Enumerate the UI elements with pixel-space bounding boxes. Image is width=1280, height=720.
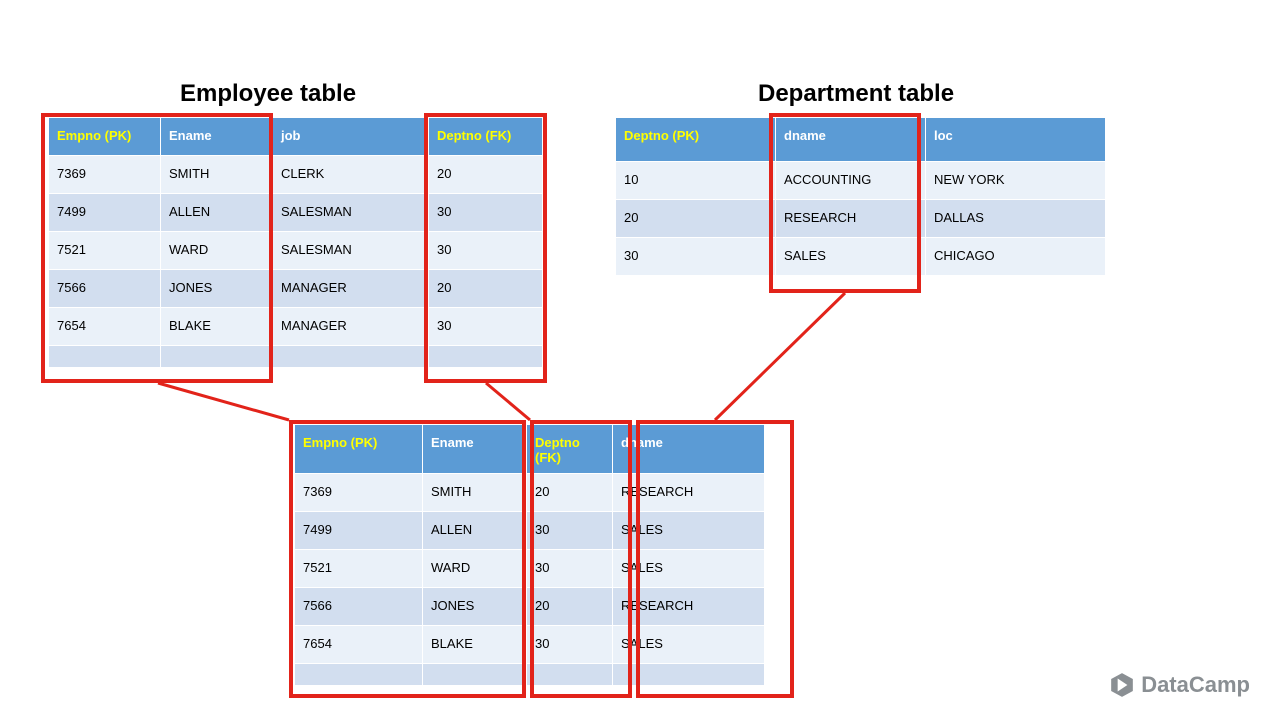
table-row <box>49 346 543 368</box>
table-row: 7521WARD30SALES <box>295 550 765 588</box>
department-title: Department table <box>758 80 954 108</box>
column-header: dname <box>613 425 765 474</box>
table-cell <box>423 664 527 686</box>
table-cell: RESEARCH <box>776 200 926 238</box>
table-cell: 30 <box>527 550 613 588</box>
table-cell: 7566 <box>49 270 161 308</box>
employee-table: Empno (PK)EnamejobDeptno (FK)7369SMITHCL… <box>48 117 543 368</box>
table-cell: SALES <box>613 626 765 664</box>
table-row: 7566JONES20RESEARCH <box>295 588 765 626</box>
table-cell: 7369 <box>295 474 423 512</box>
table-cell: SALESMAN <box>273 194 429 232</box>
column-header: Deptno (PK) <box>616 118 776 162</box>
column-header: Ename <box>161 118 273 156</box>
table-cell: RESEARCH <box>613 588 765 626</box>
datacamp-logo: DataCamp <box>1109 672 1250 698</box>
column-header: Empno (PK) <box>49 118 161 156</box>
table-cell: 20 <box>527 474 613 512</box>
table-cell: 30 <box>616 238 776 276</box>
table-cell <box>429 346 543 368</box>
table-cell: 7499 <box>49 194 161 232</box>
table-cell: 7521 <box>295 550 423 588</box>
table-cell: SALES <box>776 238 926 276</box>
table-row: 7369SMITHCLERK20 <box>49 156 543 194</box>
table-cell: SMITH <box>423 474 527 512</box>
table-cell: BLAKE <box>161 308 273 346</box>
table-cell: 10 <box>616 162 776 200</box>
table-cell: ACCOUNTING <box>776 162 926 200</box>
table-cell: CLERK <box>273 156 429 194</box>
table-cell: ALLEN <box>423 512 527 550</box>
column-header: dname <box>776 118 926 162</box>
table-cell: 30 <box>429 232 543 270</box>
table-cell: 7369 <box>49 156 161 194</box>
table-cell: 7521 <box>49 232 161 270</box>
column-header: Empno (PK) <box>295 425 423 474</box>
table-cell <box>613 664 765 686</box>
table-row: 20RESEARCHDALLAS <box>616 200 1106 238</box>
table-cell: 7654 <box>49 308 161 346</box>
table-row <box>295 664 765 686</box>
table-cell: CHICAGO <box>926 238 1106 276</box>
column-header: loc <box>926 118 1106 162</box>
table-cell: JONES <box>423 588 527 626</box>
table-row: 7499ALLENSALESMAN30 <box>49 194 543 232</box>
table-cell: 20 <box>527 588 613 626</box>
table-cell: 20 <box>616 200 776 238</box>
table-cell: MANAGER <box>273 270 429 308</box>
column-header: Deptno (FK) <box>527 425 613 474</box>
table-cell: MANAGER <box>273 308 429 346</box>
table-row: 7521WARDSALESMAN30 <box>49 232 543 270</box>
column-header: job <box>273 118 429 156</box>
table-row: 30SALESCHICAGO <box>616 238 1106 276</box>
table-cell: JONES <box>161 270 273 308</box>
table-cell: DALLAS <box>926 200 1106 238</box>
table-cell: BLAKE <box>423 626 527 664</box>
table-cell <box>273 346 429 368</box>
table-cell: 30 <box>429 308 543 346</box>
table-cell: 7499 <box>295 512 423 550</box>
table-row: 7369SMITH20RESEARCH <box>295 474 765 512</box>
table-cell <box>49 346 161 368</box>
joined-table: Empno (PK)EnameDeptno (FK)dname7369SMITH… <box>294 424 765 686</box>
table-cell: 20 <box>429 156 543 194</box>
table-cell <box>161 346 273 368</box>
datacamp-icon <box>1109 672 1135 698</box>
column-header: Ename <box>423 425 527 474</box>
table-cell: 30 <box>527 512 613 550</box>
table-cell: SMITH <box>161 156 273 194</box>
employee-title: Employee table <box>180 80 356 108</box>
table-cell <box>295 664 423 686</box>
table-cell: SALESMAN <box>273 232 429 270</box>
table-row: 7654BLAKE30SALES <box>295 626 765 664</box>
table-cell: NEW YORK <box>926 162 1106 200</box>
table-row: 10ACCOUNTINGNEW YORK <box>616 162 1106 200</box>
table-cell: RESEARCH <box>613 474 765 512</box>
column-header: Deptno (FK) <box>429 118 543 156</box>
datacamp-logo-text: DataCamp <box>1141 672 1250 698</box>
table-cell: 7654 <box>295 626 423 664</box>
table-cell <box>527 664 613 686</box>
table-cell: 30 <box>527 626 613 664</box>
table-cell: SALES <box>613 550 765 588</box>
table-row: 7566JONESMANAGER20 <box>49 270 543 308</box>
table-row: 7654BLAKEMANAGER30 <box>49 308 543 346</box>
table-cell: SALES <box>613 512 765 550</box>
table-row: 7499ALLEN30SALES <box>295 512 765 550</box>
table-cell: WARD <box>161 232 273 270</box>
department-table: Deptno (PK)dnameloc10ACCOUNTINGNEW YORK2… <box>615 117 1106 276</box>
table-cell: 7566 <box>295 588 423 626</box>
table-cell: 30 <box>429 194 543 232</box>
table-cell: 20 <box>429 270 543 308</box>
table-cell: WARD <box>423 550 527 588</box>
table-cell: ALLEN <box>161 194 273 232</box>
